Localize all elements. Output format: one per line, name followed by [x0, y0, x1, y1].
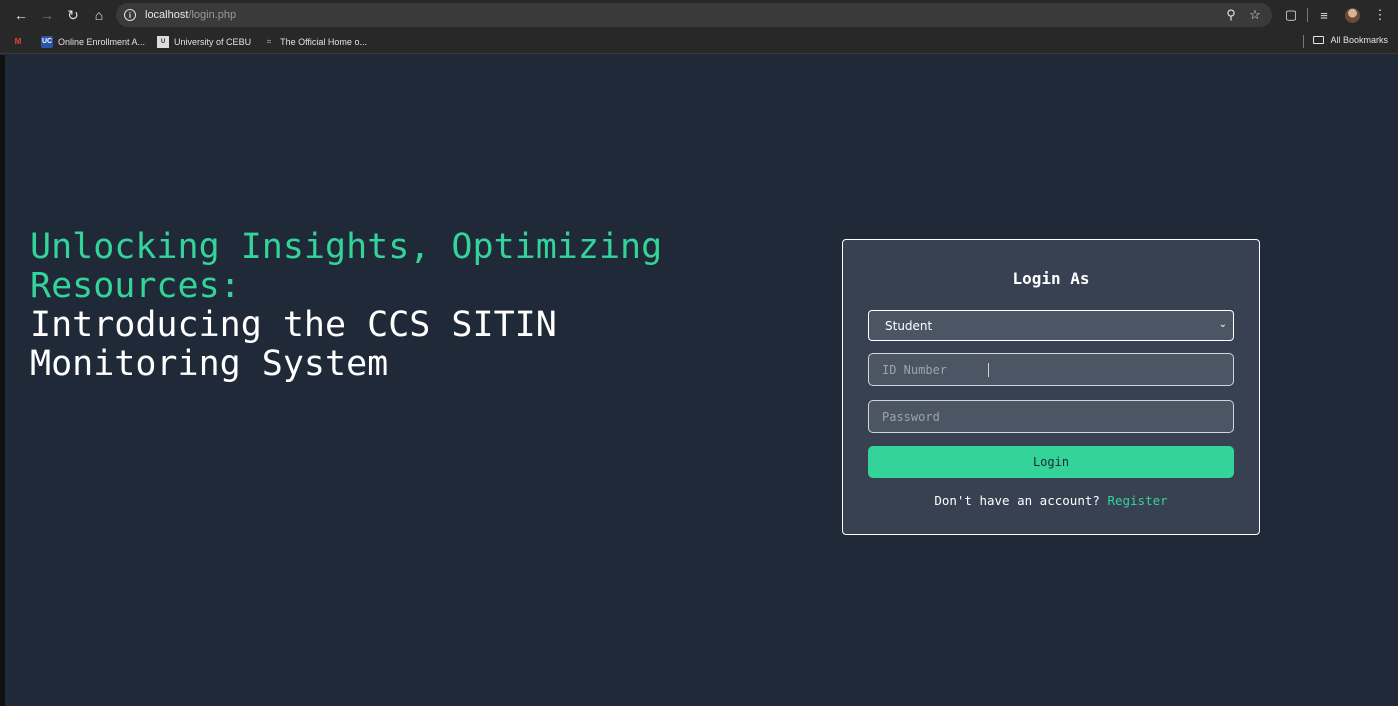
- gmail-icon: M: [14, 37, 22, 46]
- cebu-icon: ≈: [266, 37, 272, 46]
- url-path: /login.php: [188, 9, 237, 21]
- uoc-icon: U: [157, 35, 170, 48]
- extensions-icon[interactable]: ▢: [1279, 2, 1303, 28]
- bookmark-label: University of CEBU: [174, 36, 252, 47]
- password-placeholder: Password: [882, 409, 940, 424]
- site-info-icon[interactable]: i: [124, 9, 136, 21]
- password-input[interactable]: Password: [868, 400, 1234, 433]
- browser-toolbar: ← → ↻ ⌂ i localhost/login.php ⚲ ☆ ▢ ≡ ⋮: [0, 0, 1398, 30]
- forward-icon[interactable]: →: [34, 2, 60, 28]
- hero-heading: Unlocking Insights, Optimizing Resources…: [30, 228, 750, 384]
- login-card: Login As Student ⌄ ID Number Password Lo…: [842, 239, 1260, 535]
- all-bookmarks-button[interactable]: All Bookmarks: [1313, 35, 1388, 45]
- login-button[interactable]: Login: [868, 446, 1234, 478]
- login-title: Login As: [1012, 269, 1090, 288]
- uc-icon: UC: [41, 35, 53, 48]
- hero-accent-text: Unlocking Insights, Optimizing Resources…: [30, 227, 663, 306]
- address-bar[interactable]: i localhost/login.php ⚲ ☆: [116, 3, 1272, 27]
- bookmark-star-icon[interactable]: ☆: [1246, 6, 1264, 24]
- toolbar-divider: [1307, 8, 1308, 22]
- register-link[interactable]: Register: [1107, 493, 1167, 508]
- reading-list-icon[interactable]: ≡: [1312, 2, 1336, 28]
- bookmark-online-enrollment[interactable]: UC Online Enrollment A...: [41, 35, 146, 48]
- all-bookmarks-label: All Bookmarks: [1330, 35, 1388, 45]
- role-select-value: Student: [885, 318, 933, 333]
- folder-icon: [1313, 36, 1325, 44]
- text-cursor: [988, 363, 989, 377]
- bookmarks-divider: [1303, 35, 1304, 48]
- url-host: localhost: [145, 9, 189, 21]
- id-number-placeholder: ID Number: [882, 362, 948, 377]
- profile-avatar[interactable]: [1340, 2, 1364, 28]
- back-icon[interactable]: ←: [8, 2, 34, 28]
- bookmark-label: The Official Home o...: [280, 36, 367, 47]
- zoom-icon[interactable]: ⚲: [1222, 6, 1240, 24]
- hero-main-text: Introducing the CCS SITIN Monitoring Sys…: [30, 305, 557, 384]
- register-prompt: Don't have an account?: [934, 493, 1100, 508]
- id-number-input[interactable]: ID Number: [868, 353, 1234, 386]
- register-prompt-line: Don't have an account? Register: [843, 493, 1259, 508]
- bookmark-gmail[interactable]: M: [12, 36, 29, 48]
- bookmark-official-home[interactable]: ≈ The Official Home o...: [263, 36, 367, 48]
- home-icon[interactable]: ⌂: [86, 2, 112, 28]
- chevron-down-icon: ⌄: [1218, 319, 1227, 330]
- url-text[interactable]: localhost/login.php: [145, 9, 236, 21]
- role-select[interactable]: Student ⌄: [868, 310, 1234, 341]
- bookmark-university-of-cebu[interactable]: U University of CEBU: [157, 35, 252, 48]
- bookmarks-bar: M UC Online Enrollment A... U University o…: [0, 30, 1398, 54]
- menu-icon[interactable]: ⋮: [1368, 2, 1392, 28]
- reload-icon[interactable]: ↻: [60, 2, 86, 28]
- bookmark-label: Online Enrollment A...: [58, 36, 146, 47]
- avatar: [1344, 7, 1360, 23]
